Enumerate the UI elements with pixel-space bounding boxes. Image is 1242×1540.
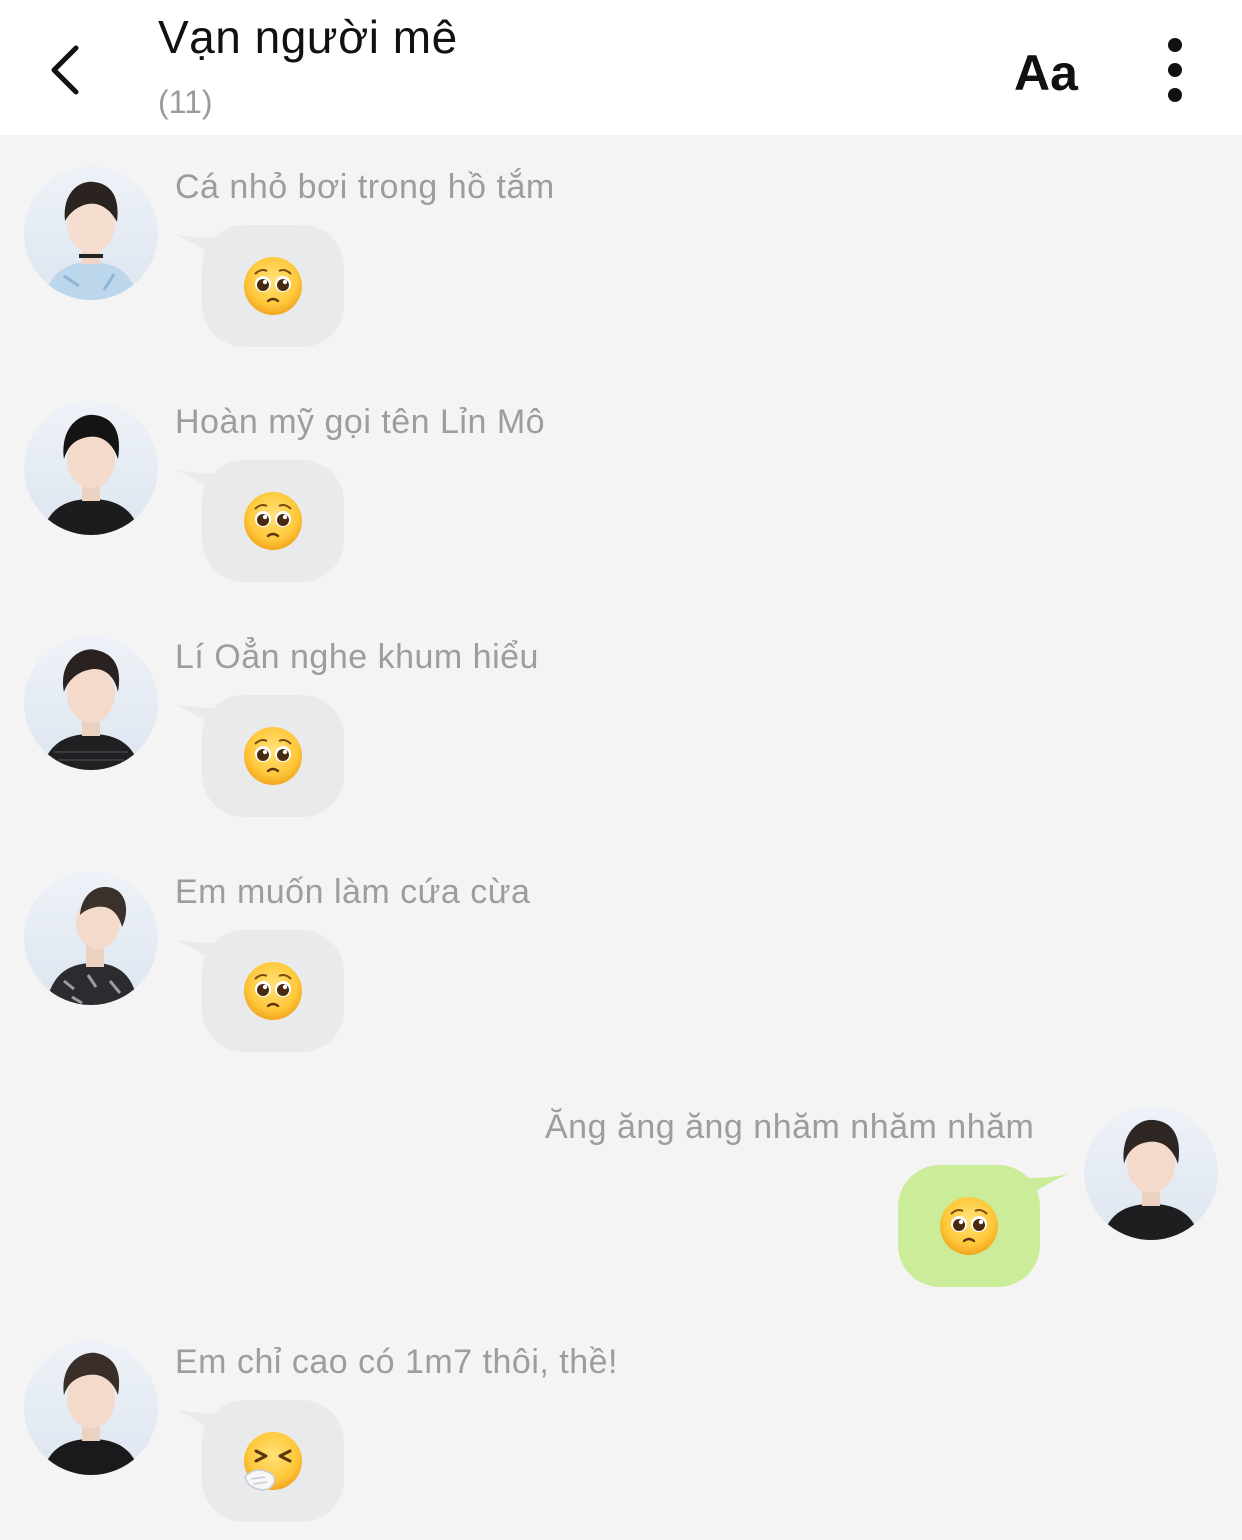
more-dot-icon [1168, 88, 1182, 102]
member-count: (11) [158, 84, 213, 120]
message-bubble[interactable] [202, 225, 344, 347]
more-options-button[interactable] [1156, 36, 1196, 104]
more-dot-icon [1168, 63, 1182, 77]
sender-name: Em chỉ cao có 1m7 thôi, thề! [175, 1343, 618, 1381]
message-bubble[interactable] [202, 460, 344, 582]
pleading-face-emoji-icon [244, 962, 302, 1020]
pleading-face-emoji-icon [244, 257, 302, 315]
sender-name: Cá nhỏ bơi trong hồ tắm [175, 168, 555, 206]
more-dot-icon [1168, 38, 1182, 52]
avatar[interactable] [24, 1341, 158, 1475]
sender-name: Lí Oẳn nghe khum hiểu [175, 638, 539, 676]
pleading-face-emoji-icon [244, 727, 302, 785]
avatar[interactable] [24, 871, 158, 1005]
pleading-face-emoji-icon [940, 1197, 998, 1255]
sender-name: Em muốn làm cứa cừa [175, 873, 531, 911]
avatar[interactable] [24, 401, 158, 535]
avatar[interactable] [24, 166, 158, 300]
back-button[interactable] [36, 36, 100, 100]
message-bubble[interactable] [898, 1165, 1040, 1287]
sender-name: Ăng ăng ăng nhăm nhăm nhăm [545, 1108, 1035, 1146]
message-bubble[interactable] [202, 695, 344, 817]
pleading-face-emoji-icon [244, 492, 302, 550]
avatar[interactable] [24, 636, 158, 770]
font-size-button[interactable]: Aa [1014, 44, 1078, 102]
chevron-left-icon [51, 45, 79, 95]
message-bubble[interactable] [202, 930, 344, 1052]
sender-name: Hoàn mỹ gọi tên Lỉn Mô [175, 403, 546, 441]
chat-title: Vạn người mê [158, 11, 458, 63]
message-bubble[interactable] [202, 1400, 344, 1522]
chat-header: Vạn người mê (11) Aa [0, 0, 1242, 135]
sneezing-face-emoji-icon [244, 1432, 302, 1491]
avatar[interactable] [1084, 1106, 1218, 1240]
